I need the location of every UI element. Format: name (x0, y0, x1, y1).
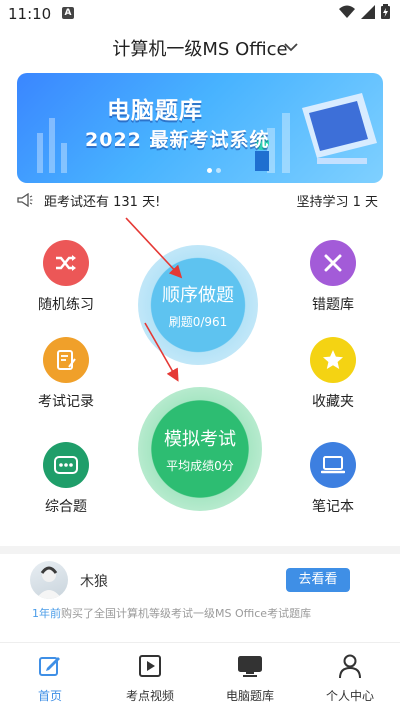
tab-question-bank[interactable]: 电脑题库 (200, 643, 300, 711)
countdown-row: 距考试还有 131 天! 坚持学习 1 天 (0, 188, 400, 212)
favorites-label: 收藏夹 (312, 394, 354, 410)
tab-videos[interactable]: 考点视频 (100, 643, 200, 711)
mock-exam-button[interactable]: 模拟考试 平均成绩0分 (138, 387, 262, 511)
tab-question-bank-label: 电脑题库 (225, 689, 274, 703)
laptop-icon (310, 442, 356, 488)
favorites-button[interactable]: 收藏夹 (293, 337, 373, 411)
chevron-down-icon[interactable] (284, 42, 298, 52)
mock-exam-score: 平均成绩0分 (166, 458, 234, 473)
tab-home-label: 首页 (37, 689, 62, 703)
status-bar: 11:10 A (0, 0, 400, 28)
record-edit-icon (43, 337, 89, 383)
sequential-practice-button[interactable]: 顺序做题 刷题0/961 (138, 245, 258, 365)
wrong-questions-label: 错题库 (312, 297, 354, 313)
shuffle-icon (43, 240, 89, 286)
star-icon (310, 337, 356, 383)
sequential-progress: 刷题0/961 (168, 314, 228, 329)
username: 木狼 (80, 574, 108, 590)
section-divider (0, 546, 400, 554)
random-practice-label: 随机练习 (38, 297, 94, 313)
video-play-icon (139, 655, 161, 677)
promo-banner[interactable]: 电脑题库 2022 最新考试系统 (17, 73, 383, 183)
exam-records-label: 考试记录 (38, 394, 94, 410)
status-time: 11:10 (8, 5, 52, 23)
chat-dots-icon (43, 442, 89, 488)
bottom-tab-bar: 首页 考点视频 电脑题库 个人中心 (0, 642, 400, 711)
pagination-dot (216, 168, 221, 173)
exam-countdown: 距考试还有 131 天! (44, 195, 161, 210)
tab-videos-label: 考点视频 (125, 689, 174, 703)
notebook-button[interactable]: 笔记本 (293, 442, 373, 516)
wifi-icon (339, 5, 355, 18)
signal-icon (361, 4, 375, 19)
wrong-questions-button[interactable]: 错题库 (293, 240, 373, 314)
battery-icon (381, 4, 390, 19)
banner-pagination (207, 168, 221, 173)
activity-text: 1年前购买了全国计算机等级考试一级MS Office考试题库 (32, 605, 311, 621)
header[interactable]: 计算机一级MS Office (0, 30, 400, 70)
activity-description: 购买了全国计算机等级考试一级MS Office考试题库 (61, 607, 312, 620)
person-icon (339, 654, 361, 679)
close-x-icon (310, 240, 356, 286)
comprehensive-questions-button[interactable]: 综合题 (26, 442, 106, 516)
mock-exam-title: 模拟考试 (164, 428, 236, 450)
comprehensive-label: 综合题 (45, 499, 87, 515)
banner-subtitle: 2022 最新考试系统 (85, 129, 270, 151)
megaphone-icon (17, 193, 33, 207)
sequential-title: 顺序做题 (162, 284, 234, 306)
avatar (30, 561, 68, 599)
edit-icon (39, 657, 60, 676)
monitor-icon (238, 656, 262, 677)
study-streak: 坚持学习 1 天 (296, 195, 378, 210)
notebook-label: 笔记本 (312, 499, 354, 515)
tab-home[interactable]: 首页 (0, 643, 100, 711)
exam-records-button[interactable]: 考试记录 (26, 337, 106, 411)
view-button[interactable]: 去看看 (286, 568, 350, 592)
status-icons (339, 4, 390, 19)
random-practice-button[interactable]: 随机练习 (26, 240, 106, 314)
tab-profile[interactable]: 个人中心 (300, 643, 400, 711)
notification-a-icon: A (62, 7, 74, 19)
course-title[interactable]: 计算机一级MS Office (112, 39, 287, 60)
banner-title: 电脑题库 (107, 98, 203, 124)
pagination-dot (207, 168, 212, 173)
tab-profile-label: 个人中心 (325, 689, 374, 703)
activity-time: 1年前 (32, 607, 61, 620)
